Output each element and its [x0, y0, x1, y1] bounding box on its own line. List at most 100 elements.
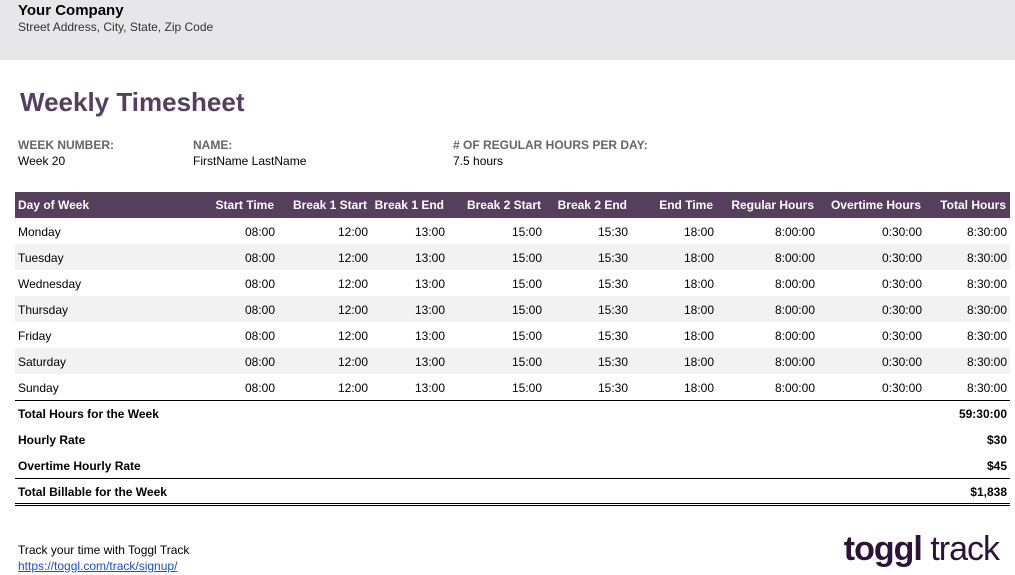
week-number: WEEK NUMBER: Week 20 — [18, 138, 114, 168]
column-header: Break 2 Start — [448, 192, 545, 218]
table-cell: Saturday — [15, 348, 190, 374]
column-header: End Time — [631, 192, 717, 218]
table-cell: 15:00 — [448, 244, 545, 270]
table-cell: 15:30 — [597, 329, 628, 343]
timesheet-table: Day of Week Start Time Break 1 Start Break … — [15, 192, 1010, 506]
column-header: Total Hours — [925, 192, 1010, 218]
table-cell: 8:00:00 — [774, 380, 815, 395]
table-cell: 13:00 — [371, 348, 448, 374]
table-cell: 08:00 — [244, 277, 275, 291]
table-cell: 0:30:00 — [881, 277, 922, 291]
table-cell: 08:00 — [190, 348, 278, 374]
summary-label: Total Billable for the Week — [15, 477, 545, 506]
column-header: Regular Hours — [717, 192, 818, 218]
table-cell: 13:00 — [414, 329, 445, 343]
summary-row: Hourly Rate $30 — [15, 426, 1010, 452]
column-header: Break 1 End — [371, 192, 448, 218]
table-cell: 15:30 — [545, 296, 631, 322]
table-cell: 12:00 — [278, 348, 371, 374]
table-cell: 8:30:00 — [966, 277, 1007, 291]
table-cell: 08:00 — [244, 225, 275, 239]
toggl-track-logo: toggl track — [843, 530, 1000, 569]
summary-label: Overtime Hourly Rate — [18, 458, 141, 473]
summary-row: Overtime Hourly Rate $45 — [15, 452, 1010, 478]
summary-row: Total Hours for the Week 59:30:00 — [15, 399, 1010, 426]
table-cell: 15:30 — [545, 348, 631, 374]
table-cell: Monday — [18, 225, 61, 239]
table-cell: 15:00 — [511, 225, 542, 239]
page-title: Weekly Timesheet — [20, 87, 245, 117]
table-cell: 0:30:00 — [881, 329, 922, 343]
regular-hours: # OF REGULAR HOURS PER DAY: 7.5 hours — [453, 138, 648, 168]
table-cell: 12:00 — [337, 225, 368, 239]
company-name: Your Company — [18, 2, 124, 19]
table-cell: 15:30 — [597, 277, 628, 291]
table-cell: 18:00 — [683, 225, 714, 239]
week-number-value: Week 20 — [18, 154, 66, 168]
table-cell: 8:00:00 — [717, 296, 818, 322]
table-cell: 8:00:00 — [717, 244, 818, 270]
column-header: Break 1 Start — [278, 192, 371, 218]
column-header: Start Time — [190, 192, 278, 218]
table-cell: 18:00 — [631, 348, 717, 374]
table-cell: 0:30:00 — [881, 380, 922, 395]
table-cell: 13:00 — [371, 244, 448, 270]
table-cell: 18:00 — [631, 296, 717, 322]
table-cell: 18:00 — [683, 277, 714, 291]
table-row: Wednesday 08:00 12:00 13:00 15:00 15:30 18:00 8… — [15, 270, 1010, 296]
table-row: Sunday 08:00 12:00 13:00 15:00 15:30 18:00 8:00… — [15, 374, 1010, 400]
company-address: Street Address, City, State, Zip Code — [18, 20, 214, 34]
table-cell: 8:00:00 — [774, 277, 815, 291]
table-row: Tuesday 08:00 12:00 13:00 15:00 15:30 18:00 8:0… — [15, 244, 1010, 270]
table-cell: 13:00 — [371, 296, 448, 322]
table-cell: 08:00 — [244, 380, 275, 395]
table-cell: 0:30:00 — [818, 348, 925, 374]
regular-hours-label: # OF REGULAR HOURS PER DAY: — [453, 138, 648, 152]
table-cell: 15:30 — [597, 380, 628, 395]
table-cell: 8:30:00 — [966, 225, 1007, 239]
table-cell: 12:00 — [278, 296, 371, 322]
table-cell: 13:00 — [414, 225, 445, 239]
signup-link[interactable]: https://toggl.com/track/signup/ — [18, 559, 189, 573]
table-cell: 15:00 — [511, 277, 542, 291]
table-cell: 13:00 — [414, 277, 445, 291]
logo-light: track — [930, 530, 1000, 568]
table-cell: 15:00 — [448, 296, 545, 322]
table-cell: 18:00 — [683, 329, 714, 343]
summary-label: Total Hours for the Week — [15, 399, 545, 426]
column-header: Overtime Hours — [818, 192, 925, 218]
table-cell: 18:00 — [631, 244, 717, 270]
table-cell: 8:00:00 — [774, 329, 815, 343]
table-cell: 0:30:00 — [881, 225, 922, 239]
table-cell: 18:00 — [683, 380, 714, 395]
table-cell: 08:00 — [190, 244, 278, 270]
name-label: NAME: — [193, 138, 233, 152]
table-cell: 12:00 — [278, 244, 371, 270]
table-cell: 8:30:00 — [966, 380, 1007, 395]
table-cell: 8:30:00 — [925, 296, 1010, 322]
column-header: Day of Week — [15, 192, 190, 218]
table-cell: 0:30:00 — [818, 296, 925, 322]
logo-bold: toggl — [843, 530, 923, 568]
table-cell: 8:00:00 — [774, 225, 815, 239]
table-cell: Sunday — [18, 380, 59, 395]
table-cell: Wednesday — [18, 277, 82, 291]
table-cell: 0:30:00 — [818, 244, 925, 270]
employee-name: NAME: FirstName LastName — [193, 138, 306, 168]
table-row: Saturday 08:00 12:00 13:00 15:00 15:30 18:00 8:… — [15, 348, 1010, 374]
table-cell: 15:30 — [545, 244, 631, 270]
summary-value: $30 — [986, 433, 1007, 447]
column-header: Break 2 End — [545, 192, 631, 218]
table-cell: 15:00 — [511, 380, 542, 395]
table-cell: 8:30:00 — [925, 244, 1010, 270]
table-cell: 08:00 — [244, 329, 275, 343]
table-cell: 08:00 — [190, 296, 278, 322]
table-cell: 8:30:00 — [925, 348, 1010, 374]
table-cell: 13:00 — [414, 380, 445, 395]
table-row: Thursday 08:00 12:00 13:00 15:00 15:30 18:00 8:… — [15, 296, 1010, 322]
table-cell: 12:00 — [337, 277, 368, 291]
name-value: FirstName LastName — [193, 154, 307, 168]
company-header: Your Company Street Address, City, State… — [0, 0, 1015, 60]
footer-text: Track your time with Toggl Track — [18, 543, 190, 557]
table-row: Friday 08:00 12:00 13:00 15:00 15:30 18:00 8:00… — [15, 322, 1010, 348]
